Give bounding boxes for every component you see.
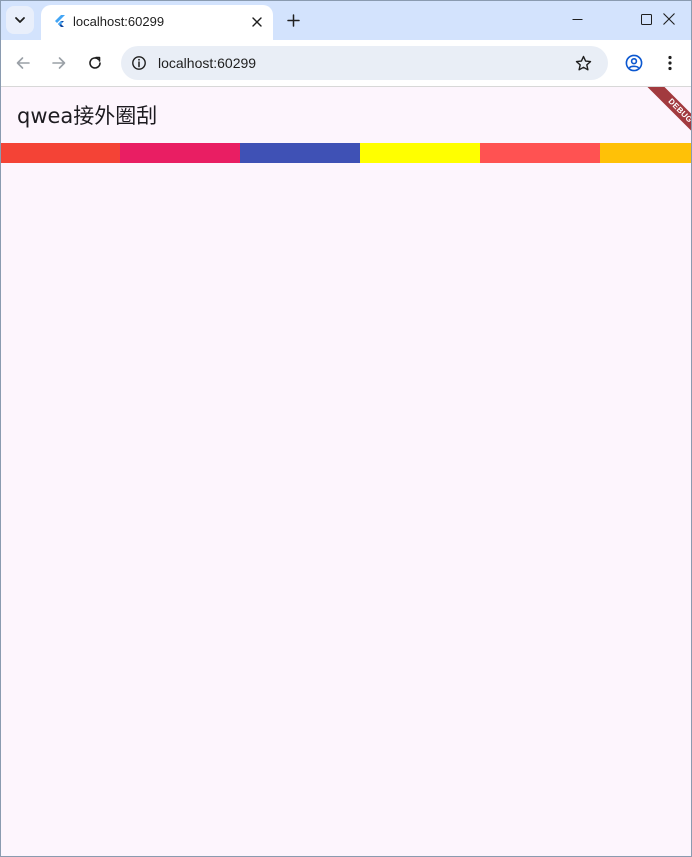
tab-close-button[interactable]: [247, 12, 267, 32]
kebab-menu-icon: [668, 55, 672, 71]
info-icon: [132, 56, 146, 70]
new-tab-button[interactable]: [281, 8, 305, 32]
back-button[interactable]: [9, 49, 37, 77]
color-strip: [0, 143, 692, 163]
reload-icon: [89, 56, 101, 69]
plus-icon: [286, 13, 300, 27]
minimize-button[interactable]: [554, 0, 600, 38]
color-cell-2: [120, 143, 240, 163]
address-bar[interactable]: localhost:60299: [121, 46, 608, 80]
browser-menu-button[interactable]: [656, 49, 684, 77]
profile-button[interactable]: [620, 49, 648, 77]
profile-icon: [625, 54, 643, 72]
bookmark-button[interactable]: [572, 52, 594, 74]
reload-button[interactable]: [81, 49, 109, 77]
arrow-right-icon: [52, 57, 66, 69]
site-info-button[interactable]: [129, 53, 149, 73]
tab-search-button[interactable]: [6, 6, 34, 34]
chevron-down-icon: [15, 17, 25, 23]
close-icon: [252, 17, 262, 27]
forward-button[interactable]: [45, 49, 73, 77]
color-cell-3: [240, 143, 360, 163]
app-page: qwea接外圈刮 DEBUG: [0, 87, 692, 857]
browser-toolbar: localhost:60299: [0, 40, 692, 87]
color-cell-5: [480, 143, 600, 163]
minimize-icon: [572, 18, 582, 20]
flutter-icon: [55, 15, 65, 27]
browser-window: localhost:60299 localhost:60299 qwea接外圈刮…: [0, 0, 692, 857]
close-window-button[interactable]: [646, 0, 692, 38]
arrow-left-icon: [16, 57, 30, 69]
star-icon: [575, 55, 591, 70]
address-url[interactable]: localhost:60299: [158, 55, 256, 71]
tab-title: localhost:60299: [73, 14, 165, 29]
color-cell-6: [600, 143, 692, 163]
tab-strip: localhost:60299: [0, 0, 692, 40]
color-cell-4: [360, 143, 480, 163]
color-cell-1: [0, 143, 120, 163]
debug-banner-label: DEBUG: [646, 87, 692, 145]
page-title: qwea接外圈刮: [17, 104, 158, 128]
close-icon: [663, 13, 675, 25]
debug-banner: DEBUG: [634, 87, 692, 145]
browser-tab[interactable]: localhost:60299: [41, 5, 273, 40]
